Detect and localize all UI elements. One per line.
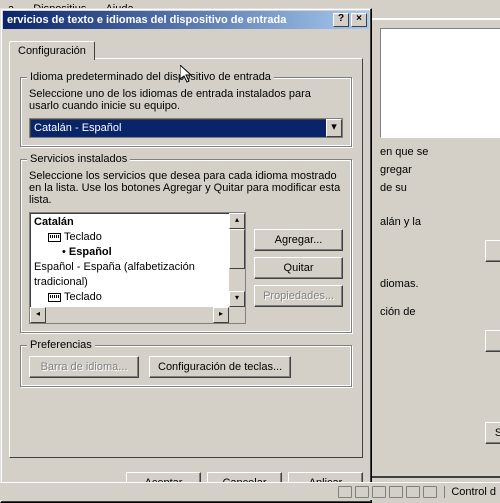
group-description: Seleccione uno de los idiomas de entrada… [29, 88, 343, 112]
scroll-thumb[interactable] [229, 229, 245, 269]
tray-icon[interactable] [355, 486, 369, 498]
taskbar: Control d [0, 482, 500, 500]
tray-icon[interactable] [389, 486, 403, 498]
background-window: en que se gregar de su alán y la Persona… [370, 18, 500, 478]
close-button[interactable]: × [351, 13, 367, 27]
language-bar-button: Barra de idioma... [29, 356, 139, 378]
list-item[interactable]: Catalán [34, 216, 74, 228]
group-legend: Servicios instalados [27, 153, 130, 165]
tab-panel: Idioma predeterminado del dispositivo de… [9, 58, 363, 458]
preferences-group: Preferencias Barra de idioma... Configur… [20, 345, 352, 387]
list-item[interactable]: Teclado [64, 291, 102, 303]
scroll-left-icon[interactable]: ◂ [30, 307, 46, 323]
add-button[interactable]: Agregar... [254, 229, 343, 251]
vertical-scrollbar[interactable]: ▴ ▾ [229, 213, 245, 323]
services-listbox[interactable]: Catalán Teclado • Español Español - Espa… [29, 212, 246, 324]
default-language-combo[interactable]: Catalán - Español ▾ [29, 118, 343, 138]
scroll-up-icon[interactable]: ▴ [229, 213, 245, 229]
personalize-button[interactable]: Personali [485, 240, 500, 262]
group-description: Seleccione los servicios que desea para … [29, 170, 343, 206]
keyboard-icon [48, 233, 61, 242]
bg-text: diomas. [380, 278, 500, 290]
tray-icon[interactable] [406, 486, 420, 498]
scroll-right-icon[interactable]: ▸ [213, 307, 229, 323]
list-item[interactable]: Español [69, 246, 112, 258]
group-legend: Preferencias [27, 339, 95, 351]
remove-button[interactable]: Quitar [254, 257, 343, 279]
taskbar-label: Control d [444, 486, 496, 498]
scroll-down-icon[interactable]: ▾ [229, 291, 245, 307]
help-button[interactable]: ? [333, 13, 349, 27]
next-button[interactable]: Siguiente > [485, 422, 500, 444]
bg-text: de su [380, 182, 500, 194]
installed-services-group: Servicios instalados Seleccione los serv… [20, 159, 352, 333]
tray-icon[interactable] [423, 486, 437, 498]
default-language-group: Idioma predeterminado del dispositivo de… [20, 77, 352, 147]
bg-text: ción de [380, 306, 500, 318]
tab-configuration[interactable]: Configuración [9, 41, 95, 60]
titlebar[interactable]: ervicios de texto e idiomas del disposit… [3, 11, 369, 29]
bg-text: gregar [380, 164, 500, 176]
bg-text: alán y la [380, 216, 500, 228]
horizontal-scrollbar[interactable]: ◂ ▸ [30, 307, 229, 323]
properties-button: Propiedades... [254, 285, 343, 307]
key-settings-button[interactable]: Configuración de teclas... [149, 356, 291, 378]
keyboard-icon [48, 293, 61, 302]
window-title: ervicios de texto e idiomas del disposit… [5, 14, 331, 26]
tray-icon[interactable] [338, 486, 352, 498]
bg-text: en que se [380, 146, 500, 158]
details-button[interactable]: Detalle [485, 330, 500, 352]
chevron-down-icon[interactable]: ▾ [326, 119, 342, 137]
list-item[interactable]: Español - España (alfabetización tradici… [34, 260, 241, 290]
background-panel [380, 28, 500, 138]
group-legend: Idioma predeterminado del dispositivo de… [27, 71, 274, 83]
tray-icon[interactable] [372, 486, 386, 498]
combo-value: Catalán - Español [30, 122, 326, 134]
list-item[interactable]: Teclado [64, 231, 102, 243]
